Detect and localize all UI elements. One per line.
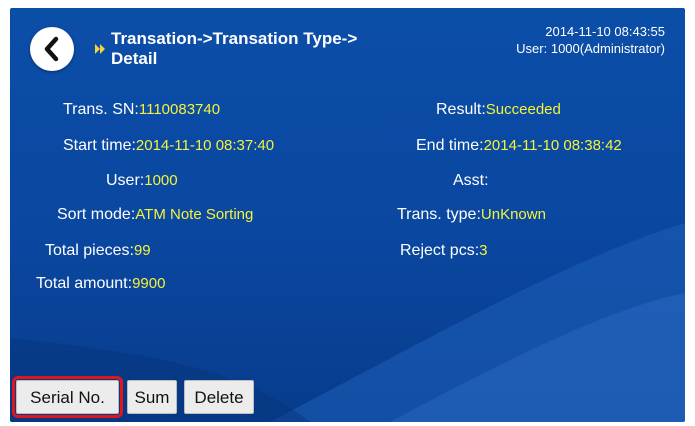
start-time-field: Start time:2014-11-10 08:37:40 xyxy=(63,136,274,156)
delete-button[interactable]: Delete xyxy=(184,380,254,414)
asst-label: Asst: xyxy=(453,172,489,189)
serial-no-button[interactable]: Serial No. xyxy=(12,376,123,418)
start-time-value: 2014-11-10 08:37:40 xyxy=(135,137,275,154)
trans-sn-field: Trans. SN:1110083740 xyxy=(63,100,220,120)
back-button[interactable] xyxy=(30,27,74,71)
chevron-left-icon xyxy=(44,36,59,62)
asst-field: Asst: xyxy=(453,171,489,191)
session-info: 2014-11-10 08:43:55 User: 1000(Administr… xyxy=(516,23,665,57)
sort-mode-field: Sort mode:ATM Note Sorting xyxy=(57,205,253,225)
trans-type-field: Trans. type:UnKnown xyxy=(397,205,546,225)
reject-pcs-field: Reject pcs:3 xyxy=(400,241,487,261)
result-value: Succeeded xyxy=(485,101,561,118)
page-title-line1: Transation->Transation Type-> xyxy=(111,29,358,48)
result-label: Result: xyxy=(436,101,486,118)
user-label: User: xyxy=(106,172,145,189)
detail-screen: Transation->Transation Type-> Detail 201… xyxy=(10,8,685,422)
total-amount-label: Total amount: xyxy=(36,275,133,292)
total-pieces-value: 99 xyxy=(133,242,151,259)
end-time-value: 2014-11-10 08:38:42 xyxy=(483,137,622,154)
reject-pcs-label: Reject pcs: xyxy=(400,242,480,259)
user-field: User:1000 xyxy=(106,171,178,191)
sort-mode-label: Sort mode: xyxy=(57,206,136,223)
result-field: Result:Succeeded xyxy=(436,100,561,120)
total-amount-value: 9900 xyxy=(132,275,166,292)
reject-pcs-value: 3 xyxy=(479,242,488,259)
end-time-label: End time: xyxy=(416,137,484,154)
user-value: 1000 xyxy=(144,172,178,189)
start-time-label: Start time: xyxy=(63,137,136,154)
page-title: Transation->Transation Type-> Detail xyxy=(111,29,411,69)
page-title-line2: Detail xyxy=(111,49,158,68)
total-pieces-field: Total pieces:99 xyxy=(45,241,151,261)
trans-type-label: Trans. type: xyxy=(397,206,481,223)
sum-button[interactable]: Sum xyxy=(127,380,177,414)
total-amount-field: Total amount:9900 xyxy=(36,274,165,294)
current-user: User: 1000(Administrator) xyxy=(516,41,665,56)
trans-type-value: UnKnown xyxy=(480,206,546,223)
double-chevron-right-icon xyxy=(95,44,105,54)
trans-sn-label: Trans. SN: xyxy=(63,101,139,118)
sort-mode-value: ATM Note Sorting xyxy=(135,206,254,223)
current-datetime: 2014-11-10 08:43:55 xyxy=(545,24,665,39)
end-time-field: End time:2014-11-10 08:38:42 xyxy=(416,136,622,156)
trans-sn-value: 1110083740 xyxy=(138,101,221,118)
total-pieces-label: Total pieces: xyxy=(45,242,134,259)
